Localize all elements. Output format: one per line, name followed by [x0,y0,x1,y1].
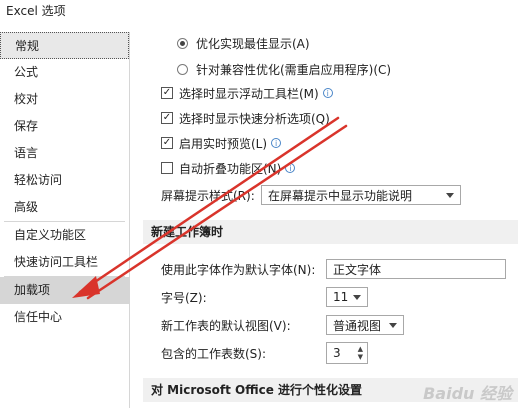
annotation-arrows [72,116,348,300]
watermark: Baidu 经验 [423,384,512,403]
annotation-arrow-line [78,116,340,294]
annotation-arrowhead [72,276,100,298]
annotation-arrow-line [86,124,348,300]
